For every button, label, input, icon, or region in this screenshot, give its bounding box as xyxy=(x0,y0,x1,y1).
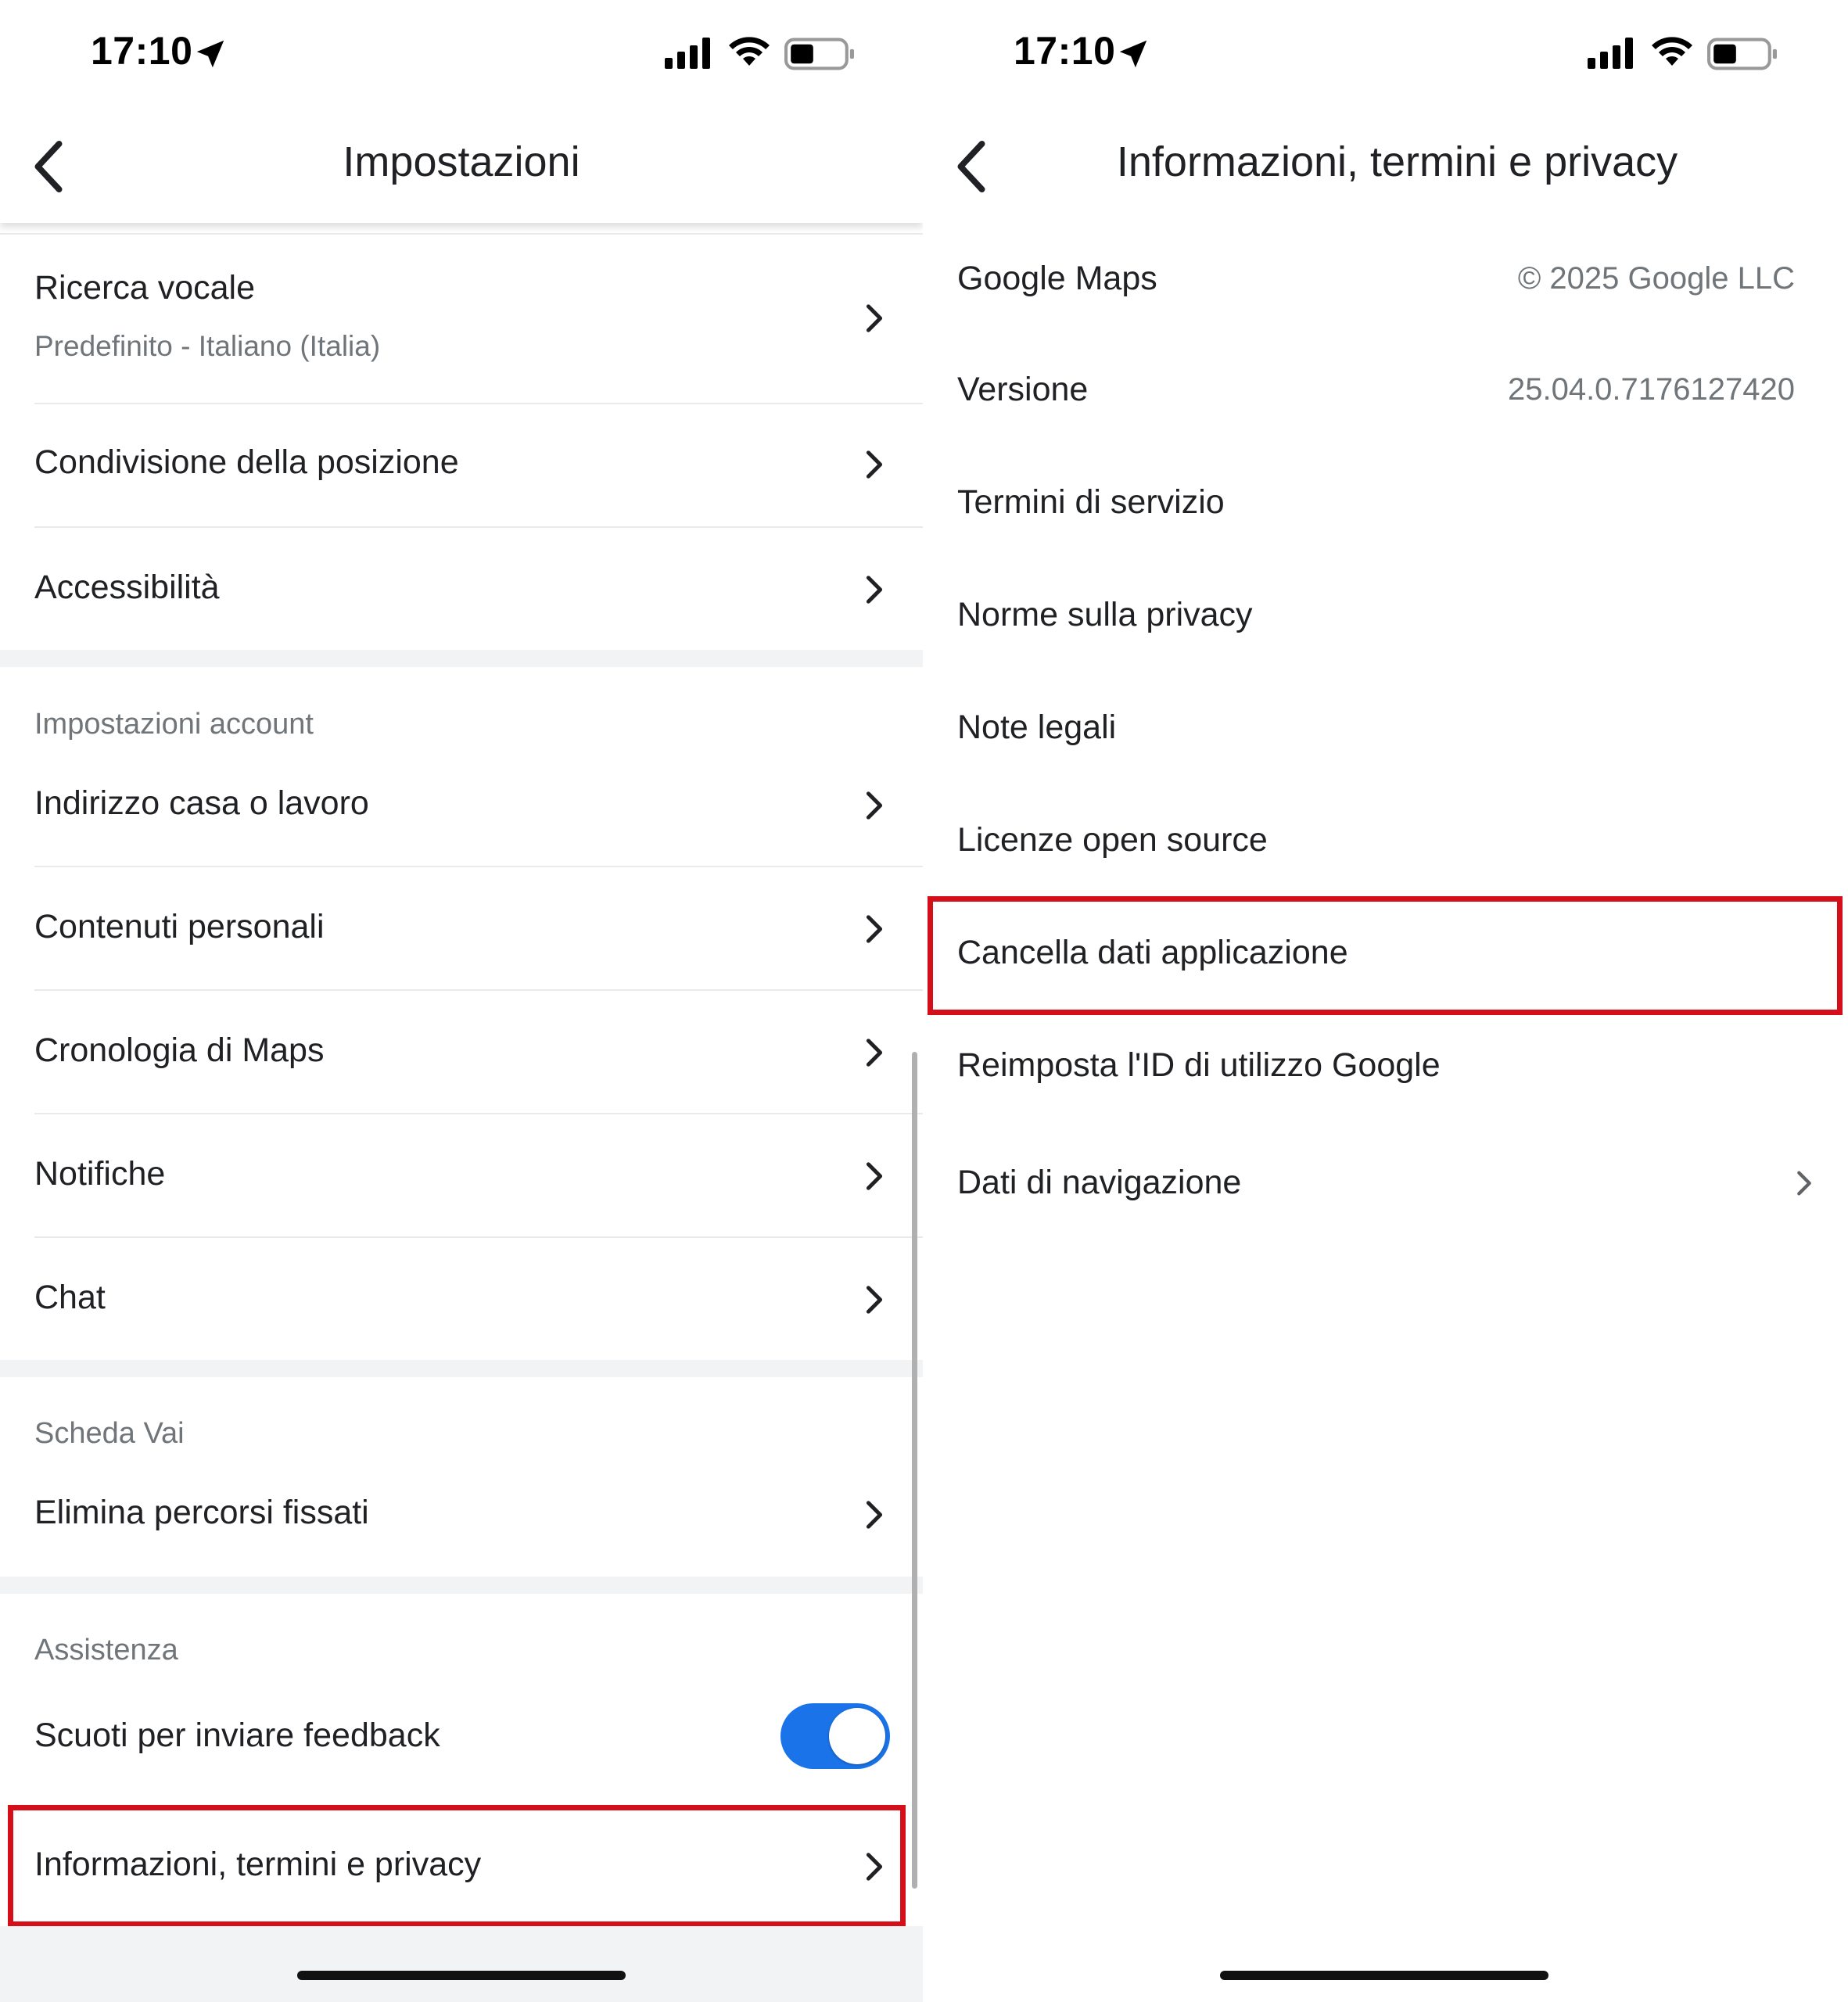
page-title: Informazioni, termini e privacy xyxy=(1116,138,1678,185)
about-item-reset-usage-id[interactable]: Reimposta l'ID di utilizzo Google xyxy=(923,1012,1848,1125)
about-item-navigation-data[interactable]: Dati di navigazione xyxy=(923,1125,1848,1242)
section-separator xyxy=(0,1360,923,1377)
settings-item-sublabel: Predefinito - Italiano (Italia) xyxy=(34,330,381,362)
settings-item-location-sharing[interactable]: Condivisione della posizione xyxy=(0,404,923,526)
about-item-label: Cancella dati applicazione xyxy=(957,934,1348,971)
chevron-right-icon xyxy=(866,915,883,943)
settings-item-label: Elimina percorsi fissati xyxy=(34,1494,369,1531)
settings-item-home-work[interactable]: Indirizzo casa o lavoro xyxy=(0,744,923,866)
chevron-right-icon xyxy=(866,1501,883,1529)
status-bar: 17:10 xyxy=(923,0,1848,109)
scrollbar[interactable] xyxy=(912,1052,917,1889)
chevron-right-icon xyxy=(866,1162,883,1190)
chevron-right-icon xyxy=(866,304,883,332)
page-title: Impostazioni xyxy=(343,138,580,185)
section-title-support: Assistenza xyxy=(34,1634,178,1667)
settings-item-label: Scuoti per inviare feedback xyxy=(34,1717,440,1754)
home-indicator[interactable] xyxy=(297,1971,626,1980)
settings-item-personal-content[interactable]: Contenuti personali xyxy=(0,867,923,989)
wifi-icon xyxy=(729,37,770,66)
location-arrow-icon xyxy=(196,40,224,68)
location-arrow-icon xyxy=(1119,40,1147,68)
status-time: 17:10 xyxy=(91,29,193,73)
settings-item-delete-pinned-routes[interactable]: Elimina percorsi fissati xyxy=(0,1455,923,1577)
settings-item-label: Condivisione della posizione xyxy=(34,443,459,481)
settings-item-label: Informazioni, termini e privacy xyxy=(34,1846,482,1883)
settings-item-shake-feedback: Scuoti per inviare feedback xyxy=(0,1681,923,1791)
about-item-label: Reimposta l'ID di utilizzo Google xyxy=(957,1046,1441,1084)
about-item-open-source-licenses[interactable]: Licenze open source xyxy=(923,787,1848,899)
status-bar: 17:10 xyxy=(0,0,923,109)
toggle-knob xyxy=(829,1708,885,1764)
about-item-legal-notices[interactable]: Note legali xyxy=(923,674,1848,787)
about-item-label: Versione xyxy=(957,371,1089,408)
settings-item-label: Cronologia di Maps xyxy=(34,1031,325,1069)
section-separator xyxy=(0,650,923,667)
settings-item-label: Accessibilità xyxy=(34,569,220,606)
version-number: 25.04.0.7176127420 xyxy=(1507,372,1795,407)
about-item-label: Termini di servizio xyxy=(957,483,1225,521)
settings-item-maps-history[interactable]: Cronologia di Maps xyxy=(0,991,923,1113)
cellular-signal-icon xyxy=(1588,38,1633,69)
settings-item-label: Indirizzo casa o lavoro xyxy=(34,784,369,822)
settings-header: Impostazioni xyxy=(0,109,923,223)
about-screen: 17:10 Informazioni, termini e privacy Go… xyxy=(923,0,1848,2002)
settings-item-label: Ricerca vocale xyxy=(34,269,255,307)
settings-item-label: Chat xyxy=(34,1279,106,1316)
about-item-label: Norme sulla privacy xyxy=(957,596,1253,633)
settings-item-accessibility[interactable]: Accessibilità xyxy=(0,528,923,650)
about-item-clear-app-data[interactable]: Cancella dati applicazione xyxy=(923,899,1848,1012)
about-item-version: Versione 25.04.0.7176127420 xyxy=(923,336,1848,449)
chevron-right-icon xyxy=(866,791,883,820)
chevron-right-icon xyxy=(1797,1171,1811,1196)
shake-feedback-toggle[interactable] xyxy=(780,1703,890,1769)
settings-item-label: Notifiche xyxy=(34,1155,166,1193)
settings-item-about-terms-privacy[interactable]: Informazioni, termini e privacy xyxy=(0,1806,923,1924)
about-item-privacy-policy[interactable]: Norme sulla privacy xyxy=(923,561,1848,674)
section-separator xyxy=(0,1577,923,1594)
about-item-label: Dati di navigazione xyxy=(957,1164,1242,1201)
chevron-right-icon xyxy=(866,1853,883,1881)
wifi-icon xyxy=(1652,37,1692,66)
about-item-terms-of-service[interactable]: Termini di servizio xyxy=(923,449,1848,561)
cellular-signal-icon xyxy=(665,38,710,69)
battery-icon xyxy=(1707,38,1777,70)
status-time: 17:10 xyxy=(1014,29,1116,73)
chevron-right-icon xyxy=(866,450,883,479)
about-item-label: Note legali xyxy=(957,709,1117,746)
settings-item-label: Contenuti personali xyxy=(34,908,325,945)
bottom-bar xyxy=(0,1926,923,2002)
home-indicator[interactable] xyxy=(1220,1971,1548,1980)
settings-item-voice-search[interactable]: Ricerca vocale Predefinito - Italiano (I… xyxy=(0,235,923,403)
settings-item-chat[interactable]: Chat xyxy=(0,1238,923,1360)
chevron-right-icon xyxy=(866,1039,883,1067)
settings-screen: 17:10 Impostazioni Ricerca vocale Predef… xyxy=(0,0,923,2002)
about-header: Informazioni, termini e privacy xyxy=(923,109,1848,223)
chevron-right-icon xyxy=(866,576,883,604)
chevron-right-icon xyxy=(866,1286,883,1314)
battery-icon xyxy=(784,38,854,70)
about-item-label: Licenze open source xyxy=(957,821,1268,859)
section-title-account: Impostazioni account xyxy=(34,708,314,741)
about-item-google-maps: Google Maps © 2025 Google LLC xyxy=(923,227,1848,336)
copyright-text: © 2025 Google LLC xyxy=(1517,261,1795,296)
section-title-go-tab: Scheda Vai xyxy=(34,1417,185,1450)
settings-item-notifications[interactable]: Notifiche xyxy=(0,1114,923,1236)
about-item-label: Google Maps xyxy=(957,260,1157,297)
